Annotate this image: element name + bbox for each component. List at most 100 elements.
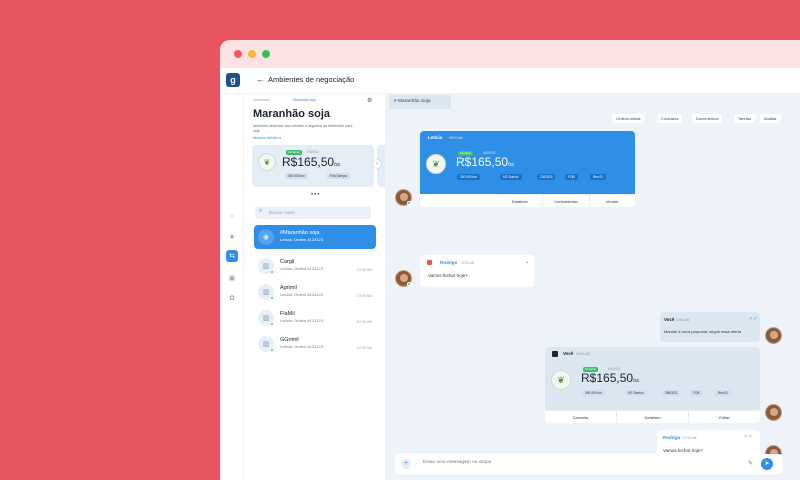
breadcrumb-current: Maranhão soja [293, 98, 317, 102]
carousel-dots: ••• [311, 192, 321, 198]
product-price: R$165,50/sc [282, 155, 341, 169]
room-title: Maranhão soja [253, 108, 331, 120]
conversation-name: Cargil [280, 259, 295, 265]
sell-button[interactable]: Vender [590, 195, 635, 207]
online-indicator [270, 270, 274, 274]
settings-icon[interactable]: ⚙ [367, 97, 372, 104]
message-time: 07:00 AM [676, 318, 690, 322]
conversation-preview: Letícia: Ordem #123123 [280, 266, 323, 271]
order-message: Você 08:00 AM ❦ Compra #000003 R$165,50/… [545, 347, 760, 423]
tab-channel[interactable]: # Maranhão Soja [389, 95, 451, 109]
filter-contracts[interactable]: Contratos [657, 114, 683, 123]
text-message: Você 07:00 AM ✓✓ Mandei a nova proposta,… [660, 312, 760, 342]
box-icon[interactable]: ▣ [226, 272, 238, 284]
conversation-time: 07:00 AM [357, 268, 372, 272]
channel-icon: ◉ [258, 229, 274, 245]
message-sender: Você [664, 317, 675, 322]
chip: Rev.01 [715, 390, 731, 396]
close-dot[interactable] [234, 50, 242, 58]
filter-tasks[interactable]: Tarefas [734, 114, 756, 123]
product-card[interactable]: ❦ Comprar #000001 R$165,50/sc 300.000 to… [252, 145, 374, 187]
chevron-down-icon[interactable]: ⌄ [525, 259, 529, 265]
user-icon [552, 351, 558, 357]
chip: 300.000 ton [582, 390, 605, 396]
read-check-icon: ✓✓ [749, 316, 758, 322]
order-card[interactable] [545, 347, 760, 410]
chip: 25/03/23 [662, 390, 681, 396]
conversation-name: FlaMil [280, 311, 295, 317]
filter-audit[interactable]: Auditar [760, 114, 781, 123]
chat-area: # Maranhão Soja Ordens ativas Contratos … [385, 94, 800, 480]
rooms-panel: Ambientes Maranhão soja ⚙ Maranhão soja … [245, 94, 389, 480]
conversation-name: Agrimil [280, 285, 297, 291]
exchange-icon[interactable]: ⇆ [226, 250, 238, 262]
avatar [765, 404, 782, 421]
send-button[interactable]: ➤ [761, 458, 773, 470]
message-time: 08:00 AM [449, 136, 463, 140]
gear-icon[interactable]: ✿ [226, 292, 238, 304]
order-price: R$165,50/sc [581, 371, 640, 385]
chevron-right-icon[interactable]: › [373, 160, 381, 168]
message-composer: + ✎ ➤ [395, 454, 783, 474]
conversation-preview: Letícia: Ordem #123123 [280, 292, 323, 297]
filter-active-orders[interactable]: Ordens ativas [612, 114, 645, 123]
order-message: Letícia 08:00 AM ❦ Compra #000003 R$165,… [420, 131, 635, 207]
order-price: R$165,50/sc [456, 155, 515, 169]
title-bar [220, 40, 800, 68]
room-description: Ambiente dedicado aos clientes e negócio… [253, 124, 353, 133]
conversation-preview: Letícia: Ordem #123123 [280, 344, 323, 349]
filter-documents[interactable]: Documentos [692, 114, 723, 123]
online-indicator [407, 282, 411, 286]
search-input[interactable]: Buscar salas [255, 206, 371, 219]
conversation-item[interactable]: ▥ Cargil Letícia: Ordem #123123 07:00 AM [254, 254, 376, 278]
conversation-preview: Letícia: Ordem #123123 [280, 318, 323, 323]
breadcrumb-root[interactable]: Ambientes [253, 98, 270, 102]
chip: MT-Sorriso [625, 390, 647, 396]
counteroffer-button[interactable]: Contraofertar [543, 195, 590, 207]
show-more-link[interactable]: Mostrar detalhes [253, 136, 281, 140]
chip: 300.000 ton [457, 174, 480, 180]
conversation-name: GGrimil [280, 337, 299, 343]
message-text: Vamos fechar hoje? [428, 273, 468, 278]
conversation-item[interactable]: ▥ GGrimil Letícia: Ordem #123123 07:00 A… [254, 332, 376, 356]
soy-icon: ❦ [426, 154, 446, 174]
message-time: 07:00 AM [461, 261, 475, 265]
side-rail: ⌂ ▲ ⇆ ▣ ✿ [220, 94, 244, 480]
user-icon [427, 260, 432, 265]
group-icon[interactable]: ▲ [226, 230, 238, 242]
read-check-icon: ✓✓ [744, 434, 753, 440]
search-icon: ⌕ [259, 208, 263, 214]
chip: MT-Sorriso [500, 174, 522, 180]
chip: Fob-Sampa [327, 173, 350, 179]
message-text: Vamos fechar hoje? [663, 448, 703, 453]
conversation-time: 07:00 AM [357, 294, 372, 298]
chip: 23/03/23 [537, 174, 556, 180]
order-actions: Cancelar Detalhes Editar [545, 410, 760, 423]
conversation-time: 07:00 AM [357, 320, 372, 324]
edit-button[interactable]: Editar [689, 411, 760, 423]
arrow-left-icon[interactable]: ← [256, 74, 265, 84]
online-indicator [270, 296, 274, 300]
details-button[interactable]: Detalhes [497, 195, 544, 207]
conversation-item[interactable]: ▥ FlaMil Letícia: Ordem #123123 07:00 AM [254, 306, 376, 330]
minimize-dot[interactable] [248, 50, 256, 58]
conversation-item[interactable]: ◉ #Maranhão soja Letícia: Ordem #123123 [254, 225, 376, 249]
chip: FOB [690, 390, 703, 396]
message-sender: Letícia [428, 135, 443, 140]
online-indicator [407, 201, 411, 205]
conversation-item[interactable]: ▥ Agrimil Letícia: Ordem #123123 07:00 A… [254, 280, 376, 304]
online-indicator [270, 348, 274, 352]
message-input[interactable] [423, 460, 723, 465]
add-icon[interactable]: + [401, 459, 411, 469]
text-message: Rodrigo 07:00 AM Vamos fechar hoje? ⌄ [420, 255, 534, 287]
cancel-button[interactable]: Cancelar [545, 411, 617, 423]
app-header: g ← Ambientes de negociação [220, 68, 800, 94]
order-code: #000001 [307, 150, 320, 154]
home-icon[interactable]: ⌂ [226, 210, 238, 222]
order-card[interactable] [420, 131, 635, 194]
details-button[interactable]: Detalhes [617, 411, 689, 423]
online-indicator [270, 322, 274, 326]
chip: 300.000 ton [285, 173, 308, 179]
maximize-dot[interactable] [262, 50, 270, 58]
page-title: Ambientes de negociação [268, 75, 355, 84]
